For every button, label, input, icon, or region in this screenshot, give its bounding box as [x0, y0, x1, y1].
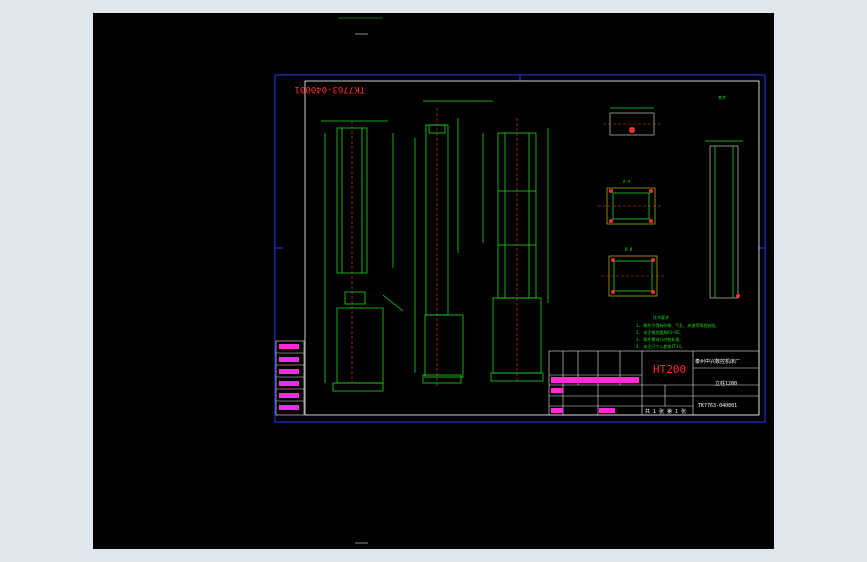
part-name: 立柱1200	[715, 380, 737, 387]
revision-stamp-column	[275, 340, 305, 416]
svg-text:TK7763-040001: TK7763-040001	[295, 84, 365, 94]
svg-text:A-A: A-A	[623, 179, 631, 184]
svg-text:其余: 其余	[718, 94, 726, 100]
svg-text:2. 未注铸造圆角R3~R5。: 2. 未注铸造圆角R3~R5。	[636, 329, 683, 335]
column-front-section	[482, 118, 549, 383]
sheet-border	[274, 74, 766, 423]
svg-text:技术要求: 技术要求	[653, 314, 669, 320]
material-label: HT200	[653, 363, 686, 376]
technical-requirements: 技术要求 1. 铸件不得有砂眼、气孔、夹渣等铸造缺陷。 2. 未注铸造圆角R3~…	[636, 314, 719, 349]
rotated-drawing-number: TK7763-040001	[295, 84, 365, 94]
column-side-section	[414, 100, 493, 388]
sheet-info: 共 1 张 第 1 张	[645, 408, 686, 415]
column-right-view: 其余	[705, 94, 743, 299]
cad-viewport[interactable]: TK7763-040001 A-A B-B 其余 技术要求 1. 铸件不得有砂眼…	[93, 13, 774, 549]
svg-text:3. 铸件需进行时效处理。: 3. 铸件需进行时效处理。	[636, 336, 683, 342]
svg-text:1. 铸件不得有砂眼、气孔、夹渣等铸造缺陷。: 1. 铸件不得有砂眼、气孔、夹渣等铸造缺陷。	[636, 322, 719, 328]
cad-drawing: TK7763-040001 A-A B-B 其余 技术要求 1. 铸件不得有砂眼…	[274, 17, 766, 544]
drawing-number: TK7763-040001	[698, 403, 737, 409]
svg-text:4. 未注尺寸公差按IT14。: 4. 未注尺寸公差按IT14。	[636, 343, 685, 349]
column-front-view	[321, 120, 404, 392]
company-name: 泰州中兴数控机床厂	[695, 358, 740, 365]
section-a-a: A-A	[598, 179, 663, 225]
section-top-detail	[603, 107, 663, 136]
section-b-b: B-B	[601, 247, 665, 297]
svg-text:B-B: B-B	[625, 247, 633, 252]
title-block: HT200 泰州中兴数控机床厂 立柱1200 TK7763-040001 共 1…	[548, 350, 760, 416]
drawing-frame	[304, 80, 760, 416]
